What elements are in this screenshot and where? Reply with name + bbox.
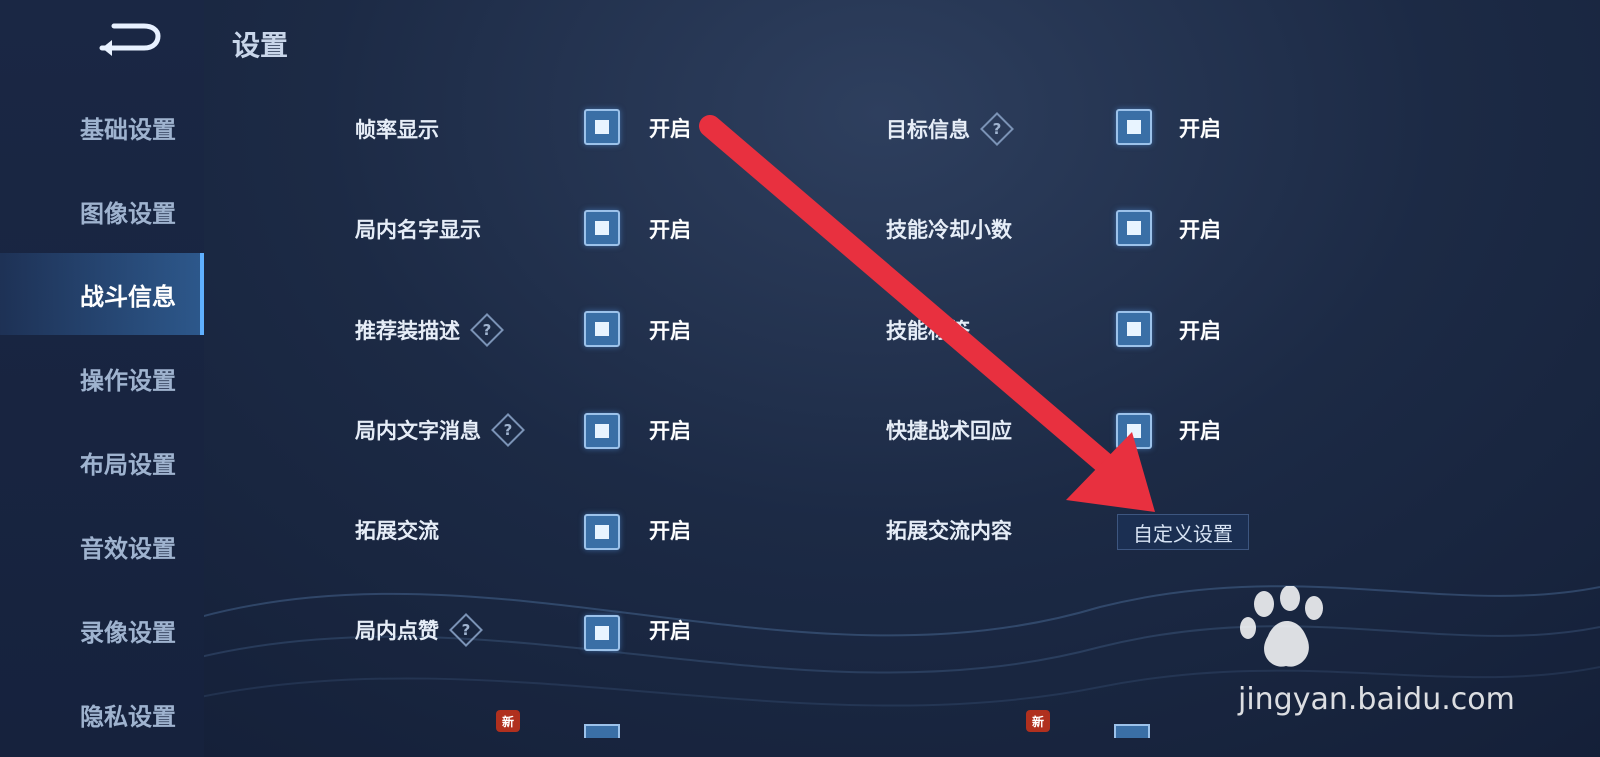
- setting-label-expand-chat-content: 拓展交流内容: [886, 519, 1012, 543]
- setting-label-recommend-desc: 推荐装描述?: [355, 315, 502, 345]
- setting-label-quick-response: 快捷战术回应: [886, 419, 1012, 443]
- sidebar-item-basic[interactable]: 基础设置: [0, 86, 204, 168]
- back-arrow-icon[interactable]: [96, 22, 162, 58]
- text-message-checkbox[interactable]: [584, 413, 620, 449]
- red-arrow-annotation: [699, 115, 1155, 512]
- watermark-url: jingyan.baidu.com: [1238, 682, 1515, 717]
- sidebar: 基础设置 图像设置 战斗信息 操作设置 布局设置 音效设置 录像设置 隐私设置: [0, 0, 204, 757]
- help-icon[interactable]: ?: [493, 415, 523, 445]
- target-info-state: 开启: [1179, 117, 1221, 141]
- recommend-desc-state: 开启: [649, 319, 691, 343]
- sidebar-item-battle-info[interactable]: 战斗信息: [0, 253, 204, 335]
- sidebar-item-label: 隐私设置: [80, 702, 176, 731]
- help-icon[interactable]: ?: [982, 114, 1012, 144]
- baidu-paw-logo: [1240, 586, 1323, 667]
- sidebar-item-label: 战斗信息: [80, 282, 176, 311]
- expand-chat-state: 开启: [649, 519, 691, 543]
- quick-response-checkbox[interactable]: [1116, 413, 1152, 449]
- cooldown-decimal-checkbox[interactable]: [1116, 210, 1152, 246]
- skill-tag-state: 开启: [1179, 319, 1221, 343]
- skill-tag-checkbox[interactable]: [1116, 311, 1152, 347]
- like-state: 开启: [649, 619, 691, 643]
- setting-label-cooldown-decimal: 技能冷却小数: [886, 218, 1012, 242]
- target-info-checkbox[interactable]: [1116, 109, 1152, 145]
- setting-label-like: 局内点赞?: [355, 615, 481, 645]
- help-icon[interactable]: ?: [451, 615, 481, 645]
- sidebar-item-layout[interactable]: 布局设置: [0, 421, 204, 503]
- sidebar-item-operation[interactable]: 操作设置: [0, 337, 204, 419]
- setting-label-target-info: 目标信息?: [886, 114, 1012, 144]
- sidebar-item-replay[interactable]: 录像设置: [0, 589, 204, 671]
- sidebar-item-label: 图像设置: [80, 199, 176, 228]
- name-display-checkbox[interactable]: [584, 210, 620, 246]
- help-icon[interactable]: ?: [472, 315, 502, 345]
- cooldown-decimal-state: 开启: [1179, 218, 1221, 242]
- name-display-state: 开启: [649, 218, 691, 242]
- sidebar-item-image[interactable]: 图像设置: [0, 170, 204, 252]
- partial-checkbox[interactable]: [584, 724, 620, 738]
- sidebar-item-label: 录像设置: [80, 618, 176, 647]
- text-message-state: 开启: [649, 419, 691, 443]
- sidebar-item-sound[interactable]: 音效设置: [0, 505, 204, 587]
- recommend-desc-checkbox[interactable]: [584, 311, 620, 347]
- setting-label-fps: 帧率显示: [355, 118, 439, 142]
- partial-checkbox[interactable]: [1114, 724, 1150, 738]
- sidebar-item-label: 基础设置: [80, 115, 176, 144]
- sidebar-item-privacy[interactable]: 隐私设置: [0, 673, 204, 755]
- quick-response-state: 开启: [1179, 419, 1221, 443]
- expand-chat-checkbox[interactable]: [584, 514, 620, 550]
- custom-settings-button[interactable]: 自定义设置: [1117, 514, 1249, 550]
- setting-label-name-display: 局内名字显示: [355, 218, 481, 242]
- like-checkbox[interactable]: [584, 615, 620, 651]
- page-title: 设置: [232, 29, 289, 62]
- sidebar-item-label: 音效设置: [80, 534, 176, 563]
- fps-state: 开启: [649, 117, 691, 141]
- new-badge: 新: [496, 710, 520, 732]
- setting-label-expand-chat: 拓展交流: [355, 519, 439, 543]
- new-badge: 新: [1026, 710, 1050, 732]
- sidebar-item-label: 操作设置: [80, 366, 176, 395]
- setting-label-skill-tag: 技能标签: [886, 319, 970, 343]
- sidebar-item-label: 布局设置: [80, 450, 176, 479]
- setting-label-text-message: 局内文字消息?: [355, 415, 523, 445]
- fps-checkbox[interactable]: [584, 109, 620, 145]
